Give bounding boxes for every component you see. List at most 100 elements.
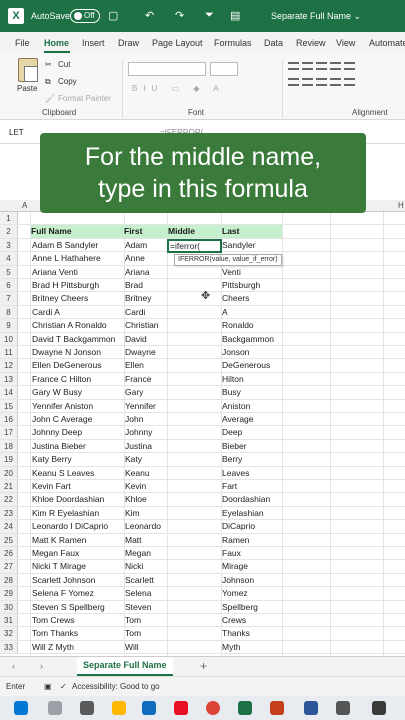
cell-full-name[interactable]: David T Backgammon [32, 333, 124, 345]
add-sheet-icon[interactable]: + [200, 659, 207, 673]
cell-full-name[interactable]: Christian A Ronaldo [32, 319, 124, 331]
cell-first-name[interactable]: Cardi [125, 306, 167, 318]
worksheet-grid[interactable]: A B C D E F G H 12Full NameFirstMiddleLa… [0, 200, 405, 656]
cell-full-name[interactable]: Steven S Spellberg [32, 601, 124, 613]
row-number[interactable]: 33 [0, 640, 18, 654]
search-icon[interactable] [48, 701, 62, 715]
row-number[interactable]: 8 [0, 305, 18, 319]
cell-last-name[interactable]: Eyelashian [222, 507, 280, 519]
cell-middle-name[interactable] [168, 279, 220, 291]
excel-taskbar-icon[interactable] [238, 701, 252, 715]
cell-last-name[interactable]: Myth [222, 641, 280, 653]
cell-full-name[interactable]: Katy Berry [32, 453, 124, 465]
cell-middle-name[interactable] [168, 614, 220, 626]
cell-full-name[interactable]: Matt K Ramen [32, 534, 124, 546]
cell-last-name[interactable]: A [222, 306, 280, 318]
row-number[interactable]: 28 [0, 573, 18, 587]
cell-middle-name[interactable] [168, 440, 220, 452]
file-explorer-icon[interactable] [112, 701, 126, 715]
cell-middle-name[interactable] [168, 547, 220, 559]
cell-middle-name[interactable] [168, 266, 220, 278]
cell-full-name[interactable]: Will Z Myth [32, 641, 124, 653]
cell-full-name[interactable]: Nicki T Mirage [32, 560, 124, 572]
start-icon[interactable] [14, 701, 28, 715]
cell-last-name[interactable]: Venti [222, 266, 280, 278]
name-box[interactable]: LET [9, 128, 24, 137]
row-number[interactable]: 26 [0, 547, 18, 560]
cell-last-name[interactable]: Pittsburgh [222, 279, 280, 291]
cell-middle-name[interactable] [168, 346, 220, 358]
row-number[interactable]: 31 [0, 614, 18, 627]
undo-icon[interactable]: ↶ [145, 9, 154, 22]
row-number[interactable]: 23 [0, 506, 18, 520]
cell-last-name[interactable]: Average [222, 413, 280, 425]
row-number[interactable]: 12 [0, 359, 18, 372]
column-header-h[interactable]: H [398, 201, 404, 210]
copy-icon[interactable]: ⧉ [45, 77, 51, 87]
cell-first-name[interactable]: Christian [125, 319, 167, 331]
row-number[interactable]: 7 [0, 292, 18, 305]
paste-button[interactable]: Paste [17, 84, 37, 93]
column-header-a[interactable]: A [22, 201, 27, 210]
row-number[interactable]: 17 [0, 426, 18, 439]
tab-page-layout[interactable]: Page Layout [152, 38, 203, 48]
row-number[interactable]: 19 [0, 453, 18, 466]
cell-middle-name[interactable] [168, 493, 220, 505]
cell-first-name[interactable]: Khloe [125, 493, 167, 505]
cell-first-name[interactable]: Steven [125, 601, 167, 613]
row-number[interactable]: 24 [0, 520, 18, 533]
tab-home[interactable]: Home [44, 38, 69, 48]
accessibility-status[interactable]: Accessibility: Good to go [72, 682, 160, 691]
cell-first-name[interactable]: First [124, 225, 168, 238]
accessibility-icon[interactable]: ✓ [60, 682, 67, 691]
row-number[interactable]: 9 [0, 319, 18, 332]
cell-first-name[interactable]: Tom [125, 614, 167, 626]
cell-last-name[interactable]: Yomez [222, 587, 280, 599]
cell-first-name[interactable]: Nicki [125, 560, 167, 572]
cell-full-name[interactable]: Tom Thanks [32, 627, 124, 639]
app-icon[interactable] [174, 701, 188, 715]
cell-first-name[interactable]: Megan [125, 547, 167, 559]
cell-middle-name[interactable] [168, 319, 220, 331]
cell-first-name[interactable]: David [125, 333, 167, 345]
tab-automate[interactable]: Automate [369, 38, 405, 48]
active-cell-c3[interactable]: =iferror( [167, 239, 222, 253]
cell-first-name[interactable]: Yennifer [125, 400, 167, 412]
document-title[interactable]: Separate Full Name ⌄ [271, 11, 361, 22]
cell-first-name[interactable]: Keanu [125, 467, 167, 479]
cell-first-name[interactable]: Justina [125, 440, 167, 452]
cell-first-name[interactable]: Tom [125, 627, 167, 639]
sheet-tab-separate-full-name[interactable]: Separate Full Name [77, 657, 173, 676]
tab-file[interactable]: File [15, 38, 30, 48]
cell-full-name[interactable]: Anne L Hathahere [32, 252, 124, 264]
cell-first-name[interactable]: Kevin [125, 480, 167, 492]
cell-middle-name[interactable] [168, 373, 220, 385]
cell-first-name[interactable]: Gary [125, 386, 167, 398]
cell-last-name[interactable]: Thanks [222, 627, 280, 639]
cell-first-name[interactable]: France [125, 373, 167, 385]
cell-middle-name[interactable] [168, 587, 220, 599]
cell-last-name[interactable]: Last [222, 225, 282, 238]
row-number[interactable]: 14 [0, 386, 18, 399]
cell-middle-name[interactable] [168, 467, 220, 479]
mail-icon[interactable] [142, 701, 156, 715]
cell-last-name[interactable]: Ronaldo [222, 319, 280, 331]
format-painter-icon[interactable]: 🖌 [45, 94, 55, 103]
document-icon[interactable]: ▤ [230, 9, 240, 22]
prev-sheet-icon[interactable]: ‹ [12, 661, 15, 671]
cell-last-name[interactable]: Fart [222, 480, 280, 492]
next-sheet-icon[interactable]: › [40, 661, 43, 671]
cell-last-name[interactable]: Bieber [222, 440, 280, 452]
cell-full-name[interactable]: Dwayne N Jonson [32, 346, 124, 358]
cell-first-name[interactable]: Scarlett [125, 574, 167, 586]
cell-middle-name[interactable] [168, 627, 220, 639]
copy-button[interactable]: Copy [58, 77, 77, 86]
cell-first-name[interactable]: Matt [125, 534, 167, 546]
font-style-buttons[interactable]: BIU ▭ ◆ A [132, 84, 225, 93]
row-number[interactable]: 32 [0, 627, 18, 640]
row-number[interactable]: 29 [0, 587, 18, 600]
cell-first-name[interactable]: Leonardo [125, 520, 167, 532]
cell-middle-name[interactable] [168, 574, 220, 586]
redo-icon[interactable]: ↷ [175, 9, 184, 22]
cell-last-name[interactable]: Faux [222, 547, 280, 559]
